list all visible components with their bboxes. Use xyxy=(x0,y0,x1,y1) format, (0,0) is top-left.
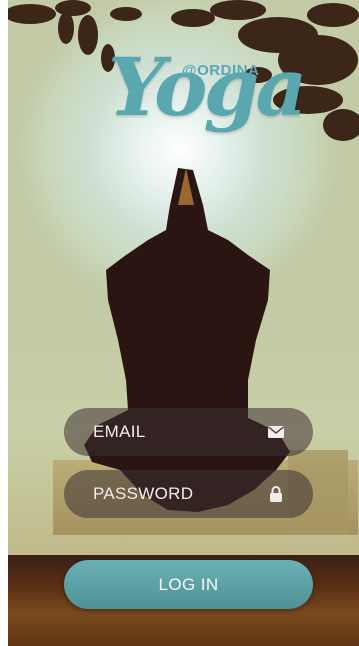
login-screen: Yoga @ORDINA EMAIL PASSWORD LOG IN xyxy=(8,0,359,646)
yoga-silhouette xyxy=(84,168,290,512)
email-placeholder: EMAIL xyxy=(93,422,146,441)
email-field[interactable]: EMAIL xyxy=(64,408,313,456)
logo-wordmark: Yoga xyxy=(108,40,307,134)
lock-icon xyxy=(267,485,285,503)
login-button[interactable]: LOG IN xyxy=(64,560,313,609)
password-field[interactable]: PASSWORD xyxy=(64,470,313,518)
logo-prefix: @ORDINA xyxy=(182,62,260,79)
password-placeholder: PASSWORD xyxy=(93,484,194,503)
envelope-icon xyxy=(267,423,285,441)
